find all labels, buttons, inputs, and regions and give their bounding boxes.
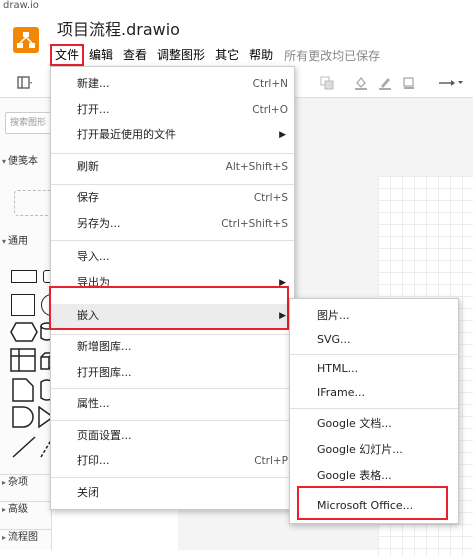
menu-item-new[interactable]: 新建... Ctrl+N	[51, 73, 294, 95]
menu-separator	[51, 240, 294, 241]
embed-html[interactable]: HTML...	[290, 358, 458, 380]
menu-arrange[interactable]: 调整图形	[152, 45, 210, 65]
embed-google-docs[interactable]: Google 文档...	[290, 413, 458, 435]
menu-item-new-library[interactable]: 新增图库...	[51, 336, 294, 358]
section-misc[interactable]: ▸ 杂项	[0, 474, 51, 491]
shape-search-input[interactable]: 搜索图形	[5, 112, 51, 134]
menu-item-open-recent[interactable]: 打开最近使用的文件 ▶	[51, 124, 294, 146]
chevron-right-icon: ▸	[2, 533, 7, 542]
scratchpad-dropzone[interactable]	[14, 190, 51, 216]
document-shape[interactable]	[12, 378, 34, 405]
line-shape[interactable]	[12, 436, 36, 461]
menu-separator	[51, 477, 294, 478]
delay-shape[interactable]	[12, 406, 34, 431]
menu-item-close[interactable]: 关闭	[51, 482, 294, 504]
save-status: 所有更改均已保存	[284, 48, 381, 63]
menu-separator	[290, 408, 458, 409]
chevron-down-icon: ▾	[2, 157, 7, 166]
menu-separator	[51, 184, 294, 185]
embed-image[interactable]: 图片...	[290, 305, 458, 327]
embed-iframe[interactable]: IFrame...	[290, 382, 458, 404]
menu-item-properties[interactable]: 属性...	[51, 393, 294, 415]
shapes-sidebar: 搜索图形 ▾ 便笺本 ▾ 通用 ▸ 杂项 ▸ 高级 ▸ 流程图	[0, 98, 52, 550]
menu-separator	[51, 334, 294, 335]
embed-google-sheets[interactable]: Google 表格...	[290, 465, 458, 487]
section-scratchpad[interactable]: ▾ 便笺本	[0, 154, 51, 170]
chevron-right-icon: ▸	[2, 505, 7, 514]
menu-extras[interactable]: 其它	[210, 45, 244, 65]
rectangle-shape[interactable]	[11, 270, 37, 283]
connection-arrow-icon[interactable]	[436, 72, 466, 94]
document-title[interactable]: 项目流程.drawio	[57, 20, 180, 40]
menu-item-save-as[interactable]: 另存为... Ctrl+Shift+S	[51, 213, 294, 235]
menu-separator	[51, 420, 294, 421]
section-advanced[interactable]: ▸ 高级	[0, 501, 51, 518]
hexagon-shape[interactable]	[10, 322, 38, 345]
submenu-arrow-icon: ▶	[279, 130, 286, 140]
menu-item-save[interactable]: 保存 Ctrl+S	[51, 187, 294, 209]
section-flowchart[interactable]: ▸ 流程图	[0, 529, 51, 546]
shadow-icon[interactable]	[398, 72, 420, 94]
menu-help[interactable]: 帮助	[244, 45, 278, 65]
menu-view[interactable]: 查看	[118, 45, 152, 65]
embed-google-slides[interactable]: Google 幻灯片...	[290, 439, 458, 461]
menu-file[interactable]: 文件	[50, 44, 85, 66]
menu-item-print[interactable]: 打印... Ctrl+P	[51, 450, 294, 472]
section-general[interactable]: ▾ 通用	[0, 234, 51, 250]
to-back-icon[interactable]	[316, 72, 338, 94]
menu-separator	[290, 354, 458, 355]
chevron-down-icon: ▾	[2, 237, 7, 246]
embed-highlight-box	[49, 286, 289, 330]
menu-edit[interactable]: 编辑	[84, 45, 118, 65]
menu-item-open[interactable]: 打开... Ctrl+O	[51, 99, 294, 121]
embed-svg[interactable]: SVG...	[290, 329, 458, 351]
menu-item-open-library[interactable]: 打开图库...	[51, 362, 294, 384]
table-shape[interactable]	[10, 348, 36, 375]
menu-item-import[interactable]: 导入...	[51, 246, 294, 268]
view-panels-icon[interactable]	[14, 72, 36, 94]
menu-item-page-setup[interactable]: 页面设置...	[51, 425, 294, 447]
menu-item-sync[interactable]: 刷新 Alt+Shift+S	[51, 156, 294, 178]
square-shape[interactable]	[11, 294, 35, 316]
chevron-right-icon: ▸	[2, 478, 7, 487]
menu-separator	[51, 388, 294, 389]
fill-color-icon[interactable]	[350, 72, 372, 94]
office-highlight-box	[297, 486, 448, 520]
window-title: draw.io	[0, 0, 473, 14]
menu-separator	[51, 153, 294, 154]
line-color-icon[interactable]	[374, 72, 396, 94]
menubar: 文件 编辑 查看 调整图形 其它 帮助 所有更改均已保存	[50, 44, 380, 66]
drawio-logo-icon	[13, 27, 39, 53]
